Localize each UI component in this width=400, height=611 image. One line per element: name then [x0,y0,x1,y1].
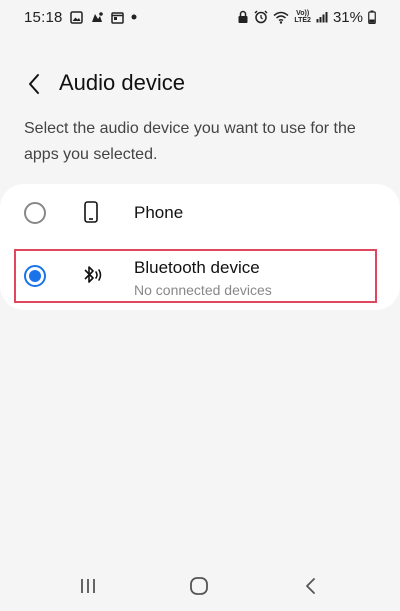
option-phone[interactable]: Phone [0,184,400,240]
gallery-icon [69,10,83,24]
nav-back-button[interactable] [296,574,326,598]
audio-device-options-card: Phone Bluetooth device No connected devi… [0,184,400,310]
option-bluetooth-sublabel: No connected devices [134,282,272,298]
phone-icon [80,201,102,223]
chevron-left-icon [29,74,39,94]
lte-label: LTE2 [294,17,311,24]
recents-button[interactable] [73,574,103,598]
status-time: 15:18 [24,8,63,26]
app-header: Audio device [0,62,400,106]
option-bluetooth-label: Bluetooth device [134,258,260,277]
page-title: Audio device [59,70,185,95]
signal-icon [316,11,328,23]
lock-icon [237,10,249,24]
volte-lte-indicator: Vo)) LTE2 [294,10,311,24]
status-right: Vo)) LTE2 31% [237,9,376,26]
calendar-icon [110,11,124,24]
back-button[interactable] [18,68,50,100]
status-bar: 15:18 Vo)) LTE2 31% [0,0,400,34]
page-description: Select the audio device you want to use … [24,120,356,163]
home-icon [190,577,208,595]
bluetooth-audio-icon [80,264,106,286]
status-left: 15:18 [24,9,137,26]
more-notifications-dot-icon [131,14,137,20]
volte-label: Vo)) [296,10,310,17]
battery-percent: 31% [332,8,363,26]
notification-icon [90,11,104,24]
option-bluetooth-device[interactable]: Bluetooth device No connected devices [0,248,400,304]
option-phone-label: Phone [134,203,184,222]
back-icon [306,578,315,594]
bluetooth-radio-button[interactable] [24,265,46,287]
system-navigation-bar [0,560,400,611]
battery-icon [368,10,376,24]
alarm-icon [254,10,268,24]
recents-icon [81,579,95,593]
phone-radio-button[interactable] [24,202,46,224]
home-button[interactable] [184,574,214,598]
wifi-icon [273,11,289,24]
